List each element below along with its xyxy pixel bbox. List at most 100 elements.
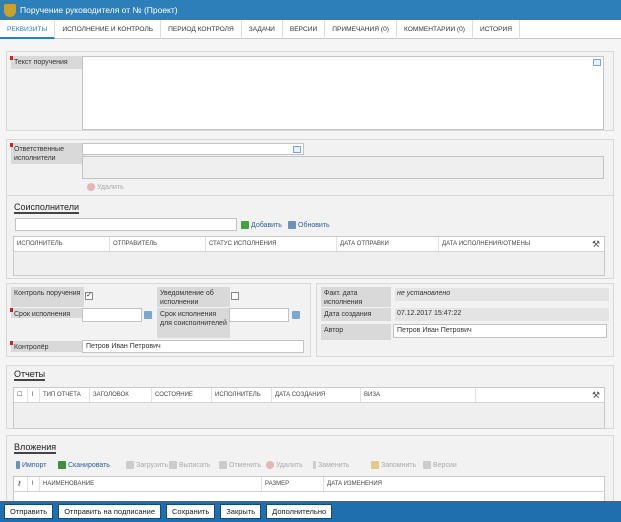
controller-input[interactable]: Петров Иван Петрович <box>82 340 304 353</box>
refresh-label: Обновить <box>298 221 330 229</box>
scan-icon <box>58 461 66 469</box>
notify-label: Уведомление об исполнении <box>157 287 230 307</box>
import-label: Импорт <box>22 461 47 469</box>
cancel-checkout-button[interactable]: Отменить <box>219 461 261 469</box>
responsible-panel: Ответственные исполнители Удалить <box>6 139 614 199</box>
co-due-date-input[interactable] <box>229 308 289 322</box>
fact-date-label: Факт. дата исполнения <box>321 287 391 307</box>
add-coexecutor-button[interactable]: Добавить <box>241 221 282 229</box>
tab-bar: РЕКВИЗИТЫ ИСПОЛНЕНИЕ И КОНТРОЛЬ ПЕРИОД К… <box>0 20 621 39</box>
tab-control-period[interactable]: ПЕРИОД КОНТРОЛЯ <box>161 20 242 39</box>
send-button[interactable]: Отправить <box>4 504 54 519</box>
delete-icon <box>87 183 95 191</box>
column-header[interactable]: ТИП ОТЧЕТА <box>40 388 90 402</box>
expand-icon[interactable] <box>593 59 601 66</box>
meta-panel: Факт. дата исполнения не установлено Дат… <box>316 283 614 357</box>
grid-body <box>14 403 604 428</box>
assignment-text-label: Текст поручения <box>10 56 85 69</box>
controller-label: Контролёр <box>10 341 84 352</box>
refresh-coexecutors-button[interactable]: Обновить <box>288 221 330 229</box>
settings-icon[interactable]: ⚒ <box>592 391 601 400</box>
tab-history[interactable]: ИСТОРИЯ <box>473 20 520 39</box>
calendar-icon[interactable] <box>144 311 152 319</box>
close-button[interactable]: Закрыть <box>220 504 262 519</box>
cancel-checkout-label: Отменить <box>229 461 261 469</box>
column-header[interactable]: ВИЗА <box>361 388 476 402</box>
tab-execution-control[interactable]: ИСПОЛНЕНИЕ И КОНТРОЛЬ <box>55 20 162 39</box>
reports-title: Отчеты <box>14 369 46 381</box>
replace-icon <box>313 461 316 469</box>
send-for-signing-button[interactable]: Отправить на подписание <box>58 504 161 519</box>
upload-button[interactable]: Загрузить <box>126 461 168 469</box>
column-header[interactable]: ИСПОЛНИТЕЛЬ <box>212 388 272 402</box>
delete-responsible-button[interactable]: Удалить <box>87 183 124 191</box>
remember-label: Запомнить <box>381 461 417 469</box>
column-header[interactable]: ДАТА ИЗМЕНЕНИЯ <box>324 477 444 491</box>
title-bar: Поручение руководителя от № (Проект) <box>0 0 621 20</box>
responsible-input[interactable] <box>82 143 304 155</box>
column-header[interactable]: ИСПОЛНИТЕЛЬ <box>14 237 110 251</box>
replace-button[interactable]: Заменить <box>313 461 349 469</box>
responsible-list <box>82 156 604 179</box>
assignment-text-field[interactable] <box>82 56 604 130</box>
control-panel: Контроль поручения ✓ Уведомление об испо… <box>6 283 311 357</box>
due-date-input[interactable] <box>82 308 142 322</box>
tab-requisites[interactable]: РЕКВИЗИТЫ <box>0 20 56 39</box>
coexecutor-input[interactable] <box>15 218 237 231</box>
column-header[interactable]: ДАТА СОЗДАНИЯ <box>272 388 361 402</box>
replace-label: Заменить <box>318 461 350 469</box>
tab-comments[interactable]: КОММЕНТАРИИ (0) <box>397 20 473 39</box>
tab-notes[interactable]: ПРИМЕЧАНИЯ (0) <box>325 20 397 39</box>
column-header[interactable]: ДАТА ОТПРАВКИ <box>337 237 439 251</box>
grid-body <box>14 252 604 275</box>
created-date-value: 07.12.2017 15:47:22 <box>395 308 609 321</box>
tab-tasks[interactable]: ЗАДАЧИ <box>242 20 283 39</box>
control-checkbox[interactable]: ✓ <box>85 292 93 300</box>
co-due-date-label: Срок исполнения для соисполнителей <box>157 308 230 338</box>
reports-panel: Отчеты ☐ ⌇ ТИП ОТЧЕТА ЗАГОЛОВОК СОСТОЯНИ… <box>6 365 614 429</box>
add-label: Добавить <box>251 221 282 229</box>
checkout-button[interactable]: Выписать <box>169 461 211 469</box>
tab-versions[interactable]: ВЕРСИИ <box>283 20 326 39</box>
coexecutors-grid: ИСПОЛНИТЕЛЬ ОТПРАВИТЕЛЬ СТАТУС ИСПОЛНЕНИ… <box>13 236 605 276</box>
more-button[interactable]: Дополнительно <box>266 504 333 519</box>
column-header[interactable]: РАЗМЕР <box>262 477 324 491</box>
coat-of-arms-icon <box>4 3 16 17</box>
checkout-label: Выписать <box>179 461 211 469</box>
import-button[interactable]: Импорт <box>16 461 46 469</box>
coexecutors-panel: Соисполнители Добавить Обновить ИСПОЛНИТ… <box>6 195 614 279</box>
upload-label: Загрузить <box>136 461 168 469</box>
created-date-label: Дата создания <box>321 308 391 321</box>
column-header[interactable]: ОТПРАВИТЕЛЬ <box>110 237 206 251</box>
column-header[interactable]: ДАТА ИСПОЛНЕНИЯ/ОТМЕНЫ <box>439 237 584 251</box>
cancel-icon <box>219 461 227 469</box>
calendar-icon[interactable] <box>292 311 300 319</box>
scan-button[interactable]: Сканировать <box>58 461 110 469</box>
settings-icon[interactable]: ⚒ <box>592 240 601 249</box>
scan-label: Сканировать <box>68 461 110 469</box>
column-header[interactable]: НАИМЕНОВАНИЕ <box>40 477 262 491</box>
attachments-title: Вложения <box>14 442 57 454</box>
import-icon <box>16 461 20 469</box>
author-input[interactable]: Петров Иван Петрович <box>393 324 607 338</box>
notify-checkbox[interactable] <box>231 292 239 300</box>
add-icon <box>241 221 249 229</box>
remember-button[interactable]: Запомнить <box>371 461 416 469</box>
coexecutors-title: Соисполнители <box>14 202 79 214</box>
delete-attachment-button[interactable]: Удалить <box>266 461 303 469</box>
attachments-grid: ⚷ ⌇ НАИМЕНОВАНИЕ РАЗМЕР ДАТА ИЗМЕНЕНИЯ <box>13 476 605 501</box>
delete-icon <box>266 461 274 469</box>
delete-label: Удалить <box>97 183 124 191</box>
select-all-checkbox[interactable]: ☐ <box>14 388 28 402</box>
action-bar: Отправить Отправить на подписание Сохран… <box>0 501 621 522</box>
form-body[interactable]: Текст поручения Ответственные исполнител… <box>0 39 621 501</box>
column-header[interactable]: СОСТОЯНИЕ <box>152 388 212 402</box>
attachment-column-icon: ⌇ <box>28 477 40 491</box>
versions-button[interactable]: Версии <box>423 461 457 469</box>
save-button[interactable]: Сохранить <box>166 504 216 519</box>
select-list-icon[interactable] <box>293 146 301 153</box>
controller-value: Петров Иван Петрович <box>86 343 161 350</box>
window-title: Поручение руководителя от № (Проект) <box>20 5 178 15</box>
column-header[interactable]: ЗАГОЛОВОК <box>90 388 152 402</box>
column-header[interactable]: СТАТУС ИСПОЛНЕНИЯ <box>206 237 337 251</box>
